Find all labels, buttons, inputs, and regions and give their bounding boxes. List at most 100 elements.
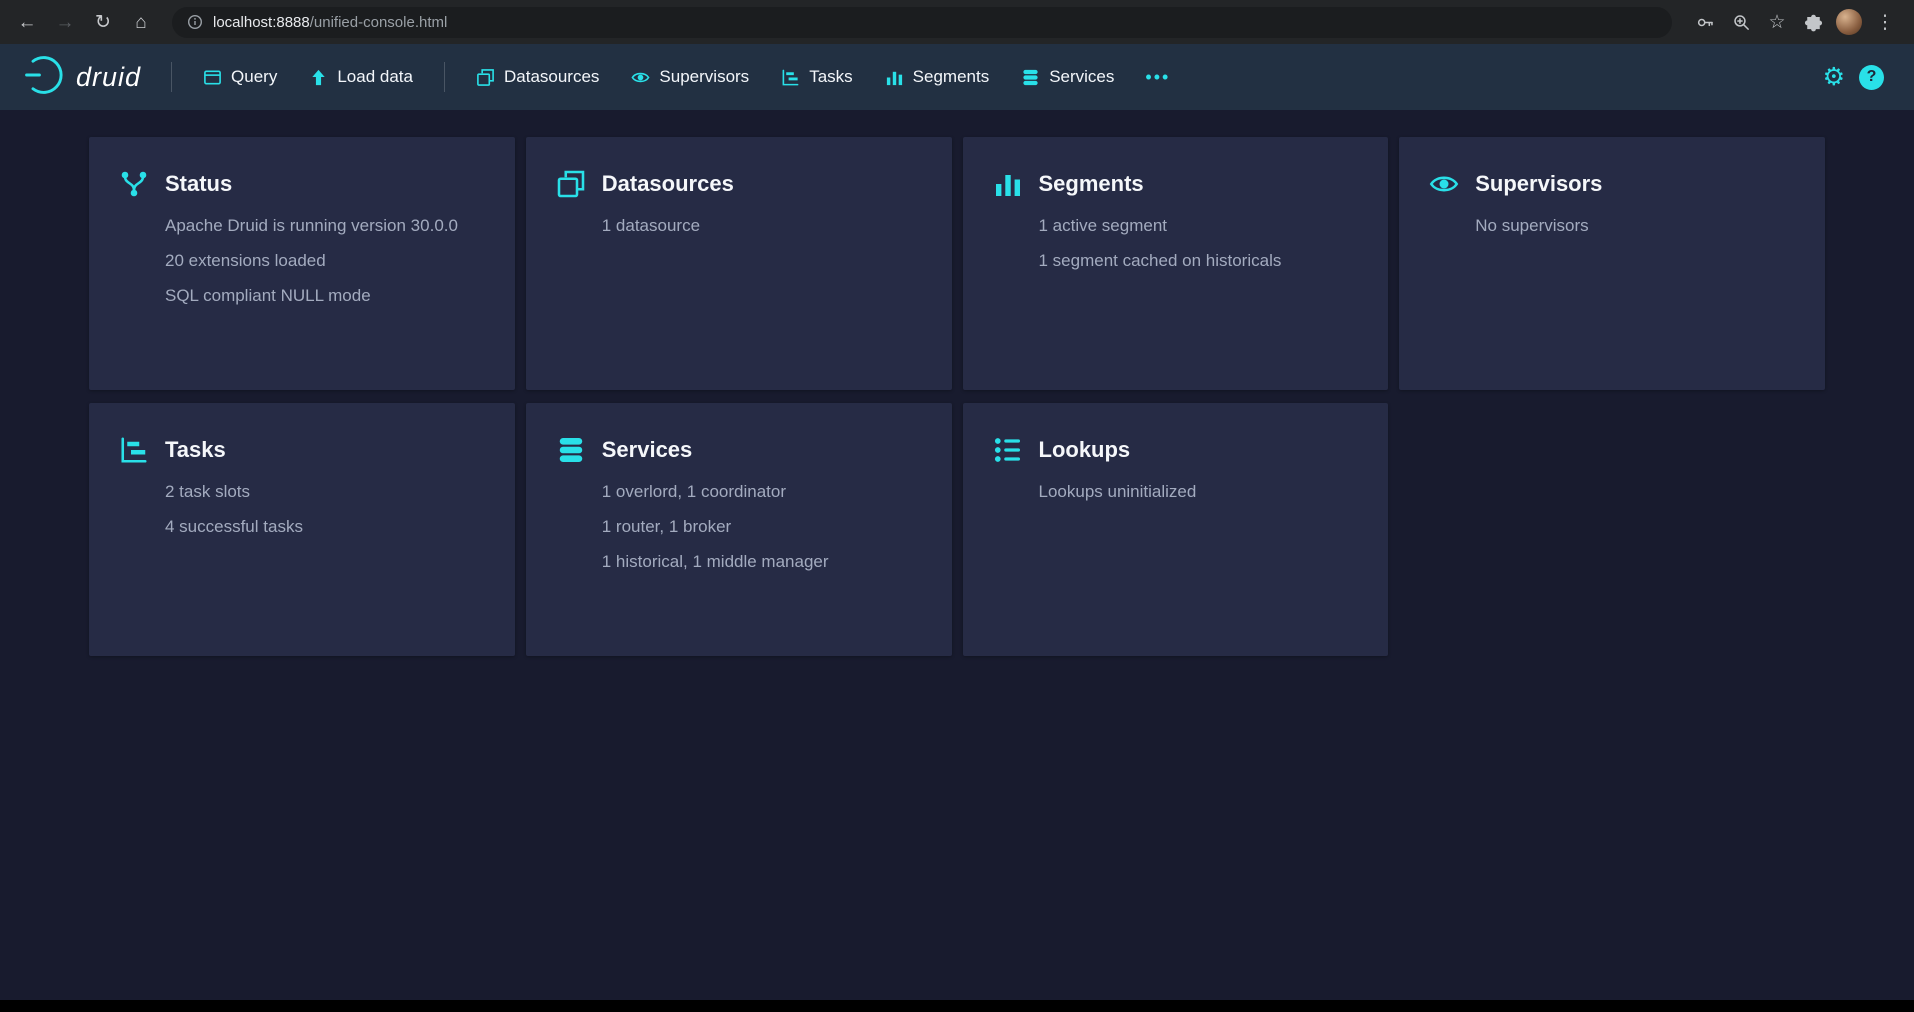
card-line: Lookups uninitialized	[1039, 481, 1359, 502]
card-lookups[interactable]: Lookups Lookups uninitialized	[963, 403, 1389, 656]
url-host: localhost:8888	[213, 14, 310, 31]
address-bar[interactable]: localhost:8888/unified-console.html	[172, 7, 1672, 38]
card-line: 1 active segment	[1039, 215, 1359, 236]
card-header: Supervisors	[1429, 169, 1795, 199]
eye-icon	[631, 68, 650, 87]
nav-item-datasources[interactable]: Datasources	[463, 58, 612, 96]
card-segments[interactable]: Segments 1 active segment 1 segment cach…	[963, 137, 1389, 390]
bar-chart-icon	[993, 169, 1025, 199]
extensions-icon[interactable]	[1800, 9, 1826, 35]
browser-actions: ☆ ⋮	[1686, 9, 1904, 35]
nav-item-label: Supervisors	[659, 67, 749, 87]
card-title: Datasources	[602, 171, 734, 197]
home-view: Status Apache Druid is running version 3…	[0, 110, 1914, 1000]
card-line: SQL compliant NULL mode	[165, 285, 485, 306]
card-body: 2 task slots 4 successful tasks	[165, 481, 485, 537]
card-line: 1 datasource	[602, 215, 922, 236]
card-title: Status	[165, 171, 232, 197]
card-line: 1 overlord, 1 coordinator	[602, 481, 922, 502]
card-status[interactable]: Status Apache Druid is running version 3…	[89, 137, 515, 390]
card-header: Services	[556, 435, 922, 465]
nav-item-query[interactable]: Query	[190, 58, 290, 96]
status-cards-grid: Status Apache Druid is running version 3…	[89, 137, 1825, 656]
stack-icon	[1021, 68, 1040, 87]
card-services[interactable]: Services 1 overlord, 1 coordinator 1 rou…	[526, 403, 952, 656]
bar-chart-icon	[885, 68, 904, 87]
avatar[interactable]	[1836, 9, 1862, 35]
home-icon[interactable]: ⌂	[124, 5, 158, 39]
page-info-icon[interactable]	[186, 14, 203, 31]
card-header: Tasks	[119, 435, 485, 465]
screen: ← → ↻ ⌂ localhost:8888/unified-console.h…	[0, 0, 1914, 1012]
card-line: 1 router, 1 broker	[602, 516, 922, 537]
nav-item-tasks[interactable]: Tasks	[768, 58, 865, 96]
card-header: Status	[119, 169, 485, 199]
forward-icon[interactable]: →	[48, 5, 82, 39]
nav-item-label: Tasks	[809, 67, 852, 87]
card-title: Segments	[1039, 171, 1144, 197]
card-title: Lookups	[1039, 437, 1131, 463]
card-header: Datasources	[556, 169, 922, 199]
gantt-icon	[781, 68, 800, 87]
card-title: Tasks	[165, 437, 226, 463]
card-line: 1 segment cached on historicals	[1039, 250, 1359, 271]
card-line: 2 task slots	[165, 481, 485, 502]
card-line: 1 historical, 1 middle manager	[602, 551, 922, 572]
nav-item-load-data[interactable]: Load data	[296, 58, 426, 96]
header-actions: ⚙ ?	[1823, 65, 1896, 90]
stack-icon	[556, 435, 588, 465]
card-header: Segments	[993, 169, 1359, 199]
nav-item-segments[interactable]: Segments	[872, 58, 1003, 96]
druid-logo[interactable]: druid	[18, 53, 153, 102]
nav-item-services[interactable]: Services	[1008, 58, 1127, 96]
datasources-icon	[556, 169, 588, 199]
card-line: Apache Druid is running version 30.0.0	[165, 215, 485, 236]
nav-item-label: Query	[231, 67, 277, 87]
druid-header: druid Query Load data	[0, 44, 1914, 110]
url-text: localhost:8888/unified-console.html	[213, 14, 447, 31]
card-tasks[interactable]: Tasks 2 task slots 4 successful tasks	[89, 403, 515, 656]
nav-item-label: Services	[1049, 67, 1114, 87]
nav-item-label: Segments	[913, 67, 990, 87]
divider	[171, 62, 172, 92]
fork-icon	[119, 169, 151, 199]
card-datasources[interactable]: Datasources 1 datasource	[526, 137, 952, 390]
card-body: No supervisors	[1475, 215, 1795, 236]
card-title: Services	[602, 437, 693, 463]
nav-item-label: Load data	[337, 67, 413, 87]
card-line: No supervisors	[1475, 215, 1795, 236]
druid-logo-icon	[22, 53, 66, 102]
bookmark-star-icon[interactable]: ☆	[1764, 9, 1790, 35]
zoom-icon[interactable]	[1728, 9, 1754, 35]
password-key-icon[interactable]	[1692, 9, 1718, 35]
card-line: 4 successful tasks	[165, 516, 485, 537]
card-body: 1 overlord, 1 coordinator 1 router, 1 br…	[602, 481, 922, 572]
card-title: Supervisors	[1475, 171, 1602, 197]
card-body: 1 datasource	[602, 215, 922, 236]
console-icon	[203, 68, 222, 87]
settings-gear-icon[interactable]: ⚙	[1823, 65, 1845, 90]
gantt-icon	[119, 435, 151, 465]
card-header: Lookups	[993, 435, 1359, 465]
datasources-icon	[476, 68, 495, 87]
card-supervisors[interactable]: Supervisors No supervisors	[1399, 137, 1825, 390]
refresh-icon[interactable]: ↻	[86, 5, 120, 39]
list-icon	[993, 435, 1025, 465]
menu-dots-icon[interactable]: ⋮	[1872, 9, 1898, 35]
eye-icon	[1429, 169, 1461, 199]
divider	[444, 62, 445, 92]
url-path: /unified-console.html	[310, 14, 448, 31]
card-body: Apache Druid is running version 30.0.0 2…	[165, 215, 485, 306]
card-body: Lookups uninitialized	[1039, 481, 1359, 502]
upload-icon	[309, 68, 328, 87]
nav-item-supervisors[interactable]: Supervisors	[618, 58, 762, 96]
nav-item-label: Datasources	[504, 67, 599, 87]
card-body: 1 active segment 1 segment cached on his…	[1039, 215, 1359, 271]
screen-edge	[0, 1000, 1914, 1012]
browser-toolbar: ← → ↻ ⌂ localhost:8888/unified-console.h…	[0, 0, 1914, 44]
druid-brand-name: druid	[76, 62, 141, 93]
back-icon[interactable]: ←	[10, 5, 44, 39]
card-line: 20 extensions loaded	[165, 250, 485, 271]
help-icon[interactable]: ?	[1859, 65, 1884, 90]
more-menu-button[interactable]: •••	[1133, 58, 1182, 97]
